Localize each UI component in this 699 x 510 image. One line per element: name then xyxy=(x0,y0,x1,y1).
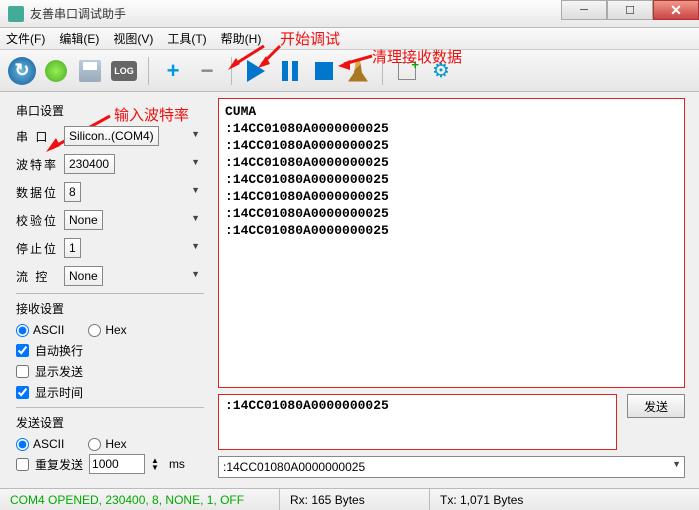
save-icon xyxy=(79,60,101,82)
menu-file[interactable]: 文件(F) xyxy=(6,30,45,47)
recv-ascii-radio[interactable]: ASCII xyxy=(16,323,64,337)
flow-label: 流 控 xyxy=(16,268,64,285)
repeat-label: 重复发送 xyxy=(35,456,83,473)
play-icon xyxy=(247,60,265,82)
settings-button[interactable]: ⚙ xyxy=(427,57,455,85)
log-button[interactable]: LOG xyxy=(110,57,138,85)
send-ascii-radio[interactable]: ASCII xyxy=(16,437,64,451)
save-button[interactable] xyxy=(76,57,104,85)
broom-icon xyxy=(348,60,368,82)
showtime-label: 显示时间 xyxy=(35,384,83,401)
separator xyxy=(148,57,149,85)
pause-icon xyxy=(282,61,298,81)
repeat-checkbox[interactable] xyxy=(16,458,29,471)
interval-input[interactable] xyxy=(89,454,145,474)
toolbar: ↻ LOG + − ⚙ xyxy=(0,50,699,92)
showsend-checkbox[interactable] xyxy=(16,365,29,378)
status-rx: Rx: 165 Bytes xyxy=(280,489,430,510)
remove-button[interactable]: − xyxy=(193,57,221,85)
serial-section-title: 串口设置 xyxy=(16,102,204,119)
new-button[interactable] xyxy=(393,57,421,85)
menu-view[interactable]: 视图(V) xyxy=(113,30,153,47)
showsend-label: 显示发送 xyxy=(35,363,83,380)
baud-label: 波特率 xyxy=(16,156,64,173)
databits-select[interactable]: 8 xyxy=(64,182,81,202)
globe-button[interactable] xyxy=(42,57,70,85)
parity-label: 校验位 xyxy=(16,212,64,229)
maximize-button[interactable]: ☐ xyxy=(607,0,653,20)
send-hex-radio[interactable]: Hex xyxy=(88,437,126,451)
globe-icon xyxy=(45,60,67,82)
window-title: 友善串口调试助手 xyxy=(30,5,126,22)
port-select[interactable]: Silicon..(COM4) xyxy=(64,126,159,146)
recv-section-title: 接收设置 xyxy=(16,300,204,317)
recv-hex-radio[interactable]: Hex xyxy=(88,323,126,337)
menu-help[interactable]: 帮助(H) xyxy=(221,30,262,47)
databits-label: 数据位 xyxy=(16,184,64,201)
close-button[interactable]: ✕ xyxy=(653,0,699,20)
send-button[interactable]: 发送 xyxy=(627,394,685,418)
connect-button[interactable]: ↻ xyxy=(8,57,36,85)
baud-select[interactable]: 230400 xyxy=(64,154,115,174)
add-button[interactable]: + xyxy=(159,57,187,85)
start-button[interactable] xyxy=(242,57,270,85)
log-icon: LOG xyxy=(111,61,137,81)
stopbits-select[interactable]: 1 xyxy=(64,238,81,258)
menu-tools[interactable]: 工具(T) xyxy=(167,30,206,47)
port-label: 串 口 xyxy=(16,128,64,145)
autowrap-label: 自动换行 xyxy=(35,342,83,359)
parity-select[interactable]: None xyxy=(64,210,103,230)
separator xyxy=(382,57,383,85)
clear-button[interactable] xyxy=(344,57,372,85)
left-panel: 串口设置 串 口 Silicon..(COM4) 波特率 230400 数据位 … xyxy=(0,92,214,482)
separator xyxy=(231,57,232,85)
right-panel: CUMA :14CC01080A0000000025 :14CC01080A00… xyxy=(214,92,699,482)
stop-icon xyxy=(315,62,333,80)
send-history-combo[interactable] xyxy=(218,456,685,478)
app-icon xyxy=(8,6,24,22)
stopbits-label: 停止位 xyxy=(16,240,64,257)
menu-bar: 文件(F) 编辑(E) 视图(V) 工具(T) 帮助(H) xyxy=(0,28,699,50)
interval-unit: ms xyxy=(169,457,185,471)
receive-area[interactable]: CUMA :14CC01080A0000000025 :14CC01080A00… xyxy=(218,98,685,388)
flow-select[interactable]: None xyxy=(64,266,103,286)
pause-button[interactable] xyxy=(276,57,304,85)
status-bar: COM4 OPENED, 230400, 8, NONE, 1, OFF Rx:… xyxy=(0,488,699,510)
stop-button[interactable] xyxy=(310,57,338,85)
minimize-button[interactable]: ─ xyxy=(561,0,607,20)
send-section-title: 发送设置 xyxy=(16,414,204,431)
send-area[interactable]: :14CC01080A0000000025 xyxy=(218,394,617,450)
showtime-checkbox[interactable] xyxy=(16,386,29,399)
autowrap-checkbox[interactable] xyxy=(16,344,29,357)
new-icon xyxy=(398,62,416,80)
status-tx: Tx: 1,071 Bytes xyxy=(430,489,699,510)
title-bar: 友善串口调试助手 ─ ☐ ✕ xyxy=(0,0,699,28)
menu-edit[interactable]: 编辑(E) xyxy=(59,30,99,47)
status-connection: COM4 OPENED, 230400, 8, NONE, 1, OFF xyxy=(0,489,280,510)
